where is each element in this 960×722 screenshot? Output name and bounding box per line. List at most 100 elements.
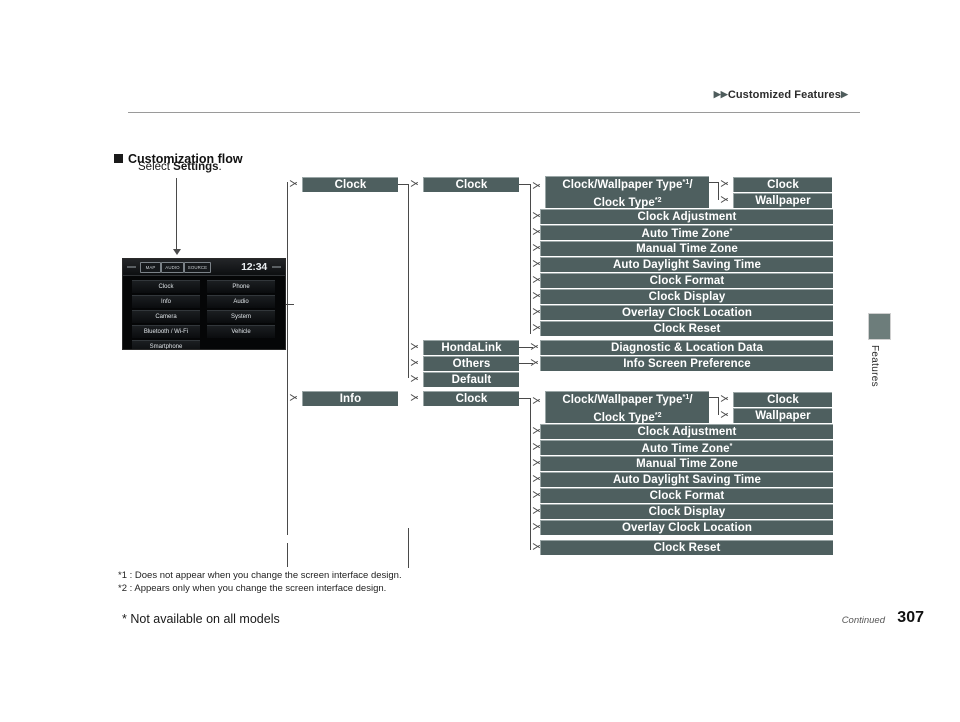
- not-available-note: * Not available on all models: [122, 612, 280, 626]
- flow-box-label: Others: [452, 357, 491, 370]
- flow-box-label: Diagnostic & Location Data: [610, 341, 764, 354]
- flow-box-clock-wallpaper-type[interactable]: Clock/Wallpaper Type*1/ Clock Type*2: [545, 176, 709, 209]
- flow-box-auto-daylight-saving-time-lower[interactable]: Auto Daylight Saving Time: [540, 472, 833, 487]
- flow-box-label-line2: Clock Type*2: [593, 411, 662, 424]
- flow-box-label: Auto Daylight Saving Time: [613, 258, 761, 271]
- side-tab-label: Features: [869, 345, 880, 387]
- flow-box-clock-reset-lower[interactable]: Clock Reset: [540, 540, 833, 555]
- flow-box-label-line1: Clock/Wallpaper Type*1/: [562, 393, 693, 406]
- flow-box-default[interactable]: Default: [423, 372, 519, 387]
- flow-arrow-diagnostic-location-data: [531, 340, 539, 351]
- flow-box-clock-display[interactable]: Clock Display: [540, 289, 833, 304]
- flow-arrow-clock-wallpaper-type-lower: [533, 394, 541, 405]
- flow-box-clock-adjustment[interactable]: Clock Adjustment: [540, 209, 833, 224]
- flow-box-clock-format[interactable]: Clock Format: [540, 273, 833, 288]
- flow-spine-col4-lower: [718, 397, 719, 415]
- flow-box-label: Wallpaper: [755, 409, 811, 422]
- flow-box-label: Clock Format: [649, 274, 725, 287]
- flow-box-manual-time-zone[interactable]: Manual Time Zone: [540, 241, 833, 256]
- flow-connector-col3-to-col4-lower: [709, 397, 718, 398]
- flow-box-label: Auto Time Zone*: [641, 228, 733, 240]
- flow-spine-col1-tail2: [287, 543, 288, 567]
- flow-spine-col1-tail: [287, 402, 288, 535]
- footnotes: *1 : Does not appear when you change the…: [118, 569, 402, 595]
- flow-box-auto-time-zone-lower[interactable]: Auto Time Zone*: [540, 440, 833, 455]
- flow-box-label: Info Screen Preference: [623, 357, 751, 370]
- flow-box-label: Clock Format: [649, 489, 725, 502]
- flow-box-label: Clock: [767, 393, 799, 406]
- flow-box-wallpaper[interactable]: Wallpaper: [733, 193, 832, 208]
- flow-arrow-clock-wallpaper-type: [533, 179, 541, 190]
- flow-box-wallpaper-lower[interactable]: Wallpaper: [733, 408, 832, 423]
- flow-box-overlay-clock-location-lower[interactable]: Overlay Clock Location: [540, 520, 833, 535]
- flow-box-label: Clock Display: [648, 290, 726, 303]
- flow-box-label: Clock: [455, 392, 488, 405]
- flow-connector-col2-to-col3-upper: [519, 184, 530, 185]
- flow-box-clock-wallpaper-type-lower[interactable]: Clock/Wallpaper Type*1/ Clock Type*2: [545, 391, 709, 424]
- flow-box-label: Manual Time Zone: [636, 457, 738, 470]
- flow-box-label: Auto Time Zone*: [641, 443, 733, 455]
- flow-box-label: Clock Adjustment: [637, 210, 737, 223]
- flow-arrow-col4-clock: [721, 177, 729, 188]
- flow-box-label: Clock: [334, 178, 367, 191]
- flow-box-label: Clock Reset: [653, 541, 721, 554]
- flow-arrow-col2-others: [411, 356, 419, 367]
- flow-box-clock-display-lower[interactable]: Clock Display: [540, 504, 833, 519]
- flow-box-label: Clock: [767, 178, 799, 191]
- flow-arrow-col2-default: [411, 372, 419, 383]
- side-tab-marker: [868, 313, 891, 340]
- flow-box-label: Info: [339, 392, 362, 405]
- flow-box-overlay-clock-location[interactable]: Overlay Clock Location: [540, 305, 833, 320]
- footnote-1: *1 : Does not appear when you change the…: [118, 570, 402, 581]
- flow-box-clock-menu-lower[interactable]: Clock: [423, 391, 519, 406]
- flow-box-others[interactable]: Others: [423, 356, 519, 371]
- flow-box-label: Overlay Clock Location: [621, 306, 753, 319]
- flow-box-label-line2: Clock Type*2: [593, 196, 662, 209]
- flow-box-label: Manual Time Zone: [636, 242, 738, 255]
- flow-box-label: Clock Adjustment: [637, 425, 737, 438]
- flow-box-auto-time-zone[interactable]: Auto Time Zone*: [540, 225, 833, 240]
- flow-arrow-col4-clock-lower: [721, 392, 729, 403]
- flow-spine-col1: [287, 182, 288, 402]
- flow-box-clock-format-lower[interactable]: Clock Format: [540, 488, 833, 503]
- flow-arrow-col2-clock: [411, 177, 419, 188]
- flow-arrow-col1-clock: [290, 177, 298, 188]
- flow-connector-col2-to-col3-lower: [519, 398, 530, 399]
- flow-spine-col2-upper-tail: [408, 528, 409, 568]
- flow-box-auto-daylight-saving-time[interactable]: Auto Daylight Saving Time: [540, 257, 833, 272]
- flow-box-label: Clock Reset: [653, 322, 721, 335]
- continued-label: Continued: [841, 615, 885, 626]
- flow-arrow-col1-info: [290, 391, 298, 402]
- flow-box-label: Wallpaper: [755, 194, 811, 207]
- flow-box-info-screen-preference[interactable]: Info Screen Preference: [540, 356, 833, 371]
- flow-box-label: Clock: [455, 178, 488, 191]
- flow-box-label: Default: [451, 373, 492, 386]
- flow-spine-col3-upper: [530, 184, 531, 334]
- flow-box-wallpaper-clock[interactable]: Clock: [733, 177, 832, 192]
- flow-connector-col3-to-col4-upper: [709, 182, 718, 183]
- flow-box-label-line1: Clock/Wallpaper Type*1/: [562, 178, 693, 191]
- footnote-2: *2 : Appears only when you change the sc…: [118, 583, 387, 594]
- flow-arrow-col4-wallpaper: [721, 193, 729, 204]
- flow-box-wallpaper-clock-lower[interactable]: Clock: [733, 392, 832, 407]
- flow-spine-col4-upper: [718, 182, 719, 200]
- flow-connector-col1-to-col2: [398, 184, 408, 185]
- flow-box-diagnostic-location-data[interactable]: Diagnostic & Location Data: [540, 340, 833, 355]
- flow-arrow-col2-hondalink: [411, 340, 419, 351]
- flow-box-hondalink[interactable]: HondaLink: [423, 340, 519, 355]
- flow-box-clock-menu[interactable]: Clock: [423, 177, 519, 192]
- flow-spine-col2-upper: [408, 184, 409, 378]
- flow-box-clock-reset[interactable]: Clock Reset: [540, 321, 833, 336]
- flow-box-label: Auto Daylight Saving Time: [613, 473, 761, 486]
- flow-box-manual-time-zone-lower[interactable]: Manual Time Zone: [540, 456, 833, 471]
- flow-box-clock-settings[interactable]: Clock: [302, 177, 398, 192]
- flow-arrow-col4-wallpaper-lower: [721, 408, 729, 419]
- flow-box-label: Overlay Clock Location: [621, 521, 753, 534]
- page-number: 307: [897, 609, 924, 626]
- flow-arrow-col2-clock-lower: [411, 391, 419, 402]
- flow-box-info-settings[interactable]: Info: [302, 391, 398, 406]
- flow-box-label: HondaLink: [441, 341, 502, 354]
- flow-box-clock-adjustment-lower[interactable]: Clock Adjustment: [540, 424, 833, 439]
- flow-box-label: Clock Display: [648, 505, 726, 518]
- flow-spine-col3-lower: [530, 398, 531, 550]
